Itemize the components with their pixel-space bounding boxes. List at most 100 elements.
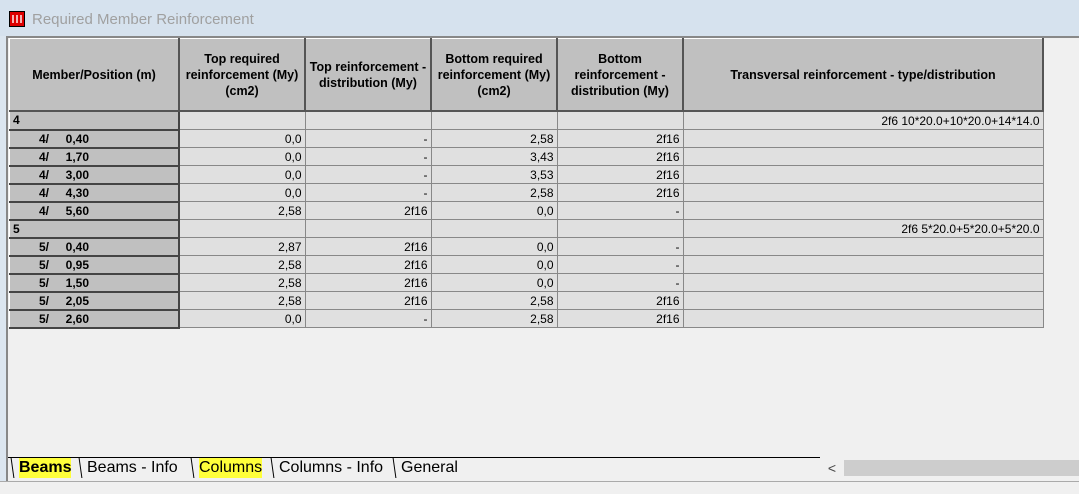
top-dist-cell[interactable]: 2f16: [304, 255, 432, 274]
bot-req-cell[interactable]: 0,0: [430, 201, 558, 220]
app-icon: [9, 11, 25, 27]
transversal-cell[interactable]: [682, 147, 1044, 166]
bot-dist-cell[interactable]: 2f16: [556, 129, 684, 148]
table-row[interactable]: 4/1,70 0,0-3,43 2f16: [9, 147, 1044, 167]
bot-req-cell[interactable]: 0,0: [430, 237, 558, 256]
row-header[interactable]: 4/4,30: [9, 183, 180, 203]
table-row[interactable]: 5/0,95 2,58 2f16 0,0-: [9, 255, 1044, 275]
top-dist-cell[interactable]: -: [304, 129, 432, 148]
table-row[interactable]: 5/1,50 2,58 2f16 0,0-: [9, 273, 1044, 293]
top-dist-cell[interactable]: -: [304, 147, 432, 166]
member-header[interactable]: 4: [9, 110, 180, 131]
transversal-cell[interactable]: 2f6 10*20.0+10*20.0+14*14.0: [682, 110, 1044, 130]
group-row[interactable]: 4 2f6 10*20.0+10*20.0+14*14.0: [9, 110, 1044, 131]
top-req-cell[interactable]: 2,58: [178, 201, 306, 220]
top-req-cell[interactable]: 2,58: [178, 273, 306, 292]
top-req-cell[interactable]: 0,0: [178, 309, 306, 328]
bot-req-cell[interactable]: 2,58: [430, 129, 558, 148]
empty-cell[interactable]: [556, 110, 684, 130]
top-req-cell[interactable]: 0,0: [178, 129, 306, 148]
transversal-cell[interactable]: 2f6 5*20.0+5*20.0+5*20.0: [682, 219, 1044, 238]
bot-req-cell[interactable]: 3,43: [430, 147, 558, 166]
transversal-cell[interactable]: [682, 273, 1044, 292]
row-header[interactable]: 4/0,40: [9, 129, 180, 149]
empty-cell[interactable]: [304, 219, 432, 238]
bot-dist-cell[interactable]: 2f16: [556, 291, 684, 310]
column-header[interactable]: Top reinforcement - distribution (My): [304, 38, 432, 112]
table-row[interactable]: 4/4,30 0,0-2,58 2f16: [9, 183, 1044, 203]
transversal-cell[interactable]: [682, 183, 1044, 202]
empty-cell[interactable]: [430, 110, 558, 130]
column-header[interactable]: Bottom reinforcement - distribution (My): [556, 38, 684, 112]
bot-dist-cell[interactable]: -: [556, 255, 684, 274]
row-header[interactable]: 5/0,95: [9, 255, 180, 275]
transversal-cell[interactable]: [682, 291, 1044, 310]
tab-columns[interactable]: Columns: [190, 458, 275, 478]
bot-dist-cell[interactable]: -: [556, 201, 684, 220]
bot-dist-cell[interactable]: 2f16: [556, 147, 684, 166]
bot-req-cell[interactable]: 0,0: [430, 255, 558, 274]
row-header[interactable]: 4/1,70: [9, 147, 180, 167]
empty-cell[interactable]: [430, 219, 558, 238]
top-req-cell[interactable]: 0,0: [178, 165, 306, 184]
top-req-cell[interactable]: 2,87: [178, 237, 306, 256]
status-strip: [0, 481, 1079, 494]
transversal-cell[interactable]: [682, 255, 1044, 274]
empty-cell[interactable]: [178, 219, 306, 238]
top-dist-cell[interactable]: -: [304, 183, 432, 202]
tab-beams-info[interactable]: Beams - Info: [78, 458, 195, 478]
top-req-cell[interactable]: 2,58: [178, 255, 306, 274]
transversal-cell[interactable]: [682, 237, 1044, 256]
horizontal-scrollbar[interactable]: <: [822, 458, 1079, 478]
transversal-cell[interactable]: [682, 165, 1044, 184]
top-dist-cell[interactable]: -: [304, 165, 432, 184]
transversal-cell[interactable]: [682, 129, 1044, 148]
top-req-cell[interactable]: 0,0: [178, 183, 306, 202]
row-header[interactable]: 4/5,60: [9, 201, 180, 221]
group-row[interactable]: 5 2f6 5*20.0+5*20.0+5*20.0: [9, 219, 1044, 239]
bot-req-cell[interactable]: 2,58: [430, 291, 558, 310]
row-header[interactable]: 5/2,05: [9, 291, 180, 311]
top-req-cell[interactable]: 2,58: [178, 291, 306, 310]
row-header[interactable]: 5/0,40: [9, 237, 180, 257]
top-dist-cell[interactable]: 2f16: [304, 237, 432, 256]
table-row[interactable]: 5/2,60 0,0-2,58 2f16: [9, 309, 1044, 329]
member-header[interactable]: 5: [9, 219, 180, 239]
transversal-cell[interactable]: [682, 201, 1044, 220]
scroll-thumb[interactable]: [844, 460, 1079, 476]
scroll-left-icon[interactable]: <: [822, 458, 842, 478]
bot-dist-cell[interactable]: 2f16: [556, 165, 684, 184]
bot-req-cell[interactable]: 0,0: [430, 273, 558, 292]
table-row[interactable]: 4/3,00 0,0-3,53 2f16: [9, 165, 1044, 185]
row-header[interactable]: 5/2,60: [9, 309, 180, 329]
column-header[interactable]: Member/Position (m): [9, 38, 180, 112]
bot-dist-cell[interactable]: -: [556, 237, 684, 256]
top-dist-cell[interactable]: 2f16: [304, 291, 432, 310]
column-header[interactable]: Bottom required reinforcement (My) (cm2): [430, 38, 558, 112]
bot-req-cell[interactable]: 3,53: [430, 165, 558, 184]
tab-general[interactable]: General: [392, 458, 471, 478]
column-header[interactable]: Transversal reinforcement - type/distrib…: [682, 38, 1044, 112]
bot-dist-cell[interactable]: -: [556, 273, 684, 292]
bot-req-cell[interactable]: 2,58: [430, 309, 558, 328]
column-header[interactable]: Top required reinforcement (My) (cm2): [178, 38, 306, 112]
table-row[interactable]: 5/2,05 2,58 2f16 2,58 2f16: [9, 291, 1044, 311]
top-req-cell[interactable]: 0,0: [178, 147, 306, 166]
empty-cell[interactable]: [304, 110, 432, 130]
tab-beams[interactable]: Beams: [10, 458, 83, 478]
bot-req-cell[interactable]: 2,58: [430, 183, 558, 202]
empty-cell[interactable]: [178, 110, 306, 130]
top-dist-cell[interactable]: 2f16: [304, 201, 432, 220]
bot-dist-cell[interactable]: 2f16: [556, 183, 684, 202]
row-header[interactable]: 5/1,50: [9, 273, 180, 293]
row-header[interactable]: 4/3,00: [9, 165, 180, 185]
table-row[interactable]: 5/0,40 2,87 2f16 0,0-: [9, 237, 1044, 257]
tab-columns-info[interactable]: Columns - Info: [270, 458, 397, 478]
table-row[interactable]: 4/0,40 0,0-2,58 2f16: [9, 129, 1044, 149]
transversal-cell[interactable]: [682, 309, 1044, 328]
empty-cell[interactable]: [556, 219, 684, 238]
top-dist-cell[interactable]: -: [304, 309, 432, 328]
bot-dist-cell[interactable]: 2f16: [556, 309, 684, 328]
top-dist-cell[interactable]: 2f16: [304, 273, 432, 292]
table-row[interactable]: 4/5,60 2,58 2f16 0,0-: [9, 201, 1044, 221]
